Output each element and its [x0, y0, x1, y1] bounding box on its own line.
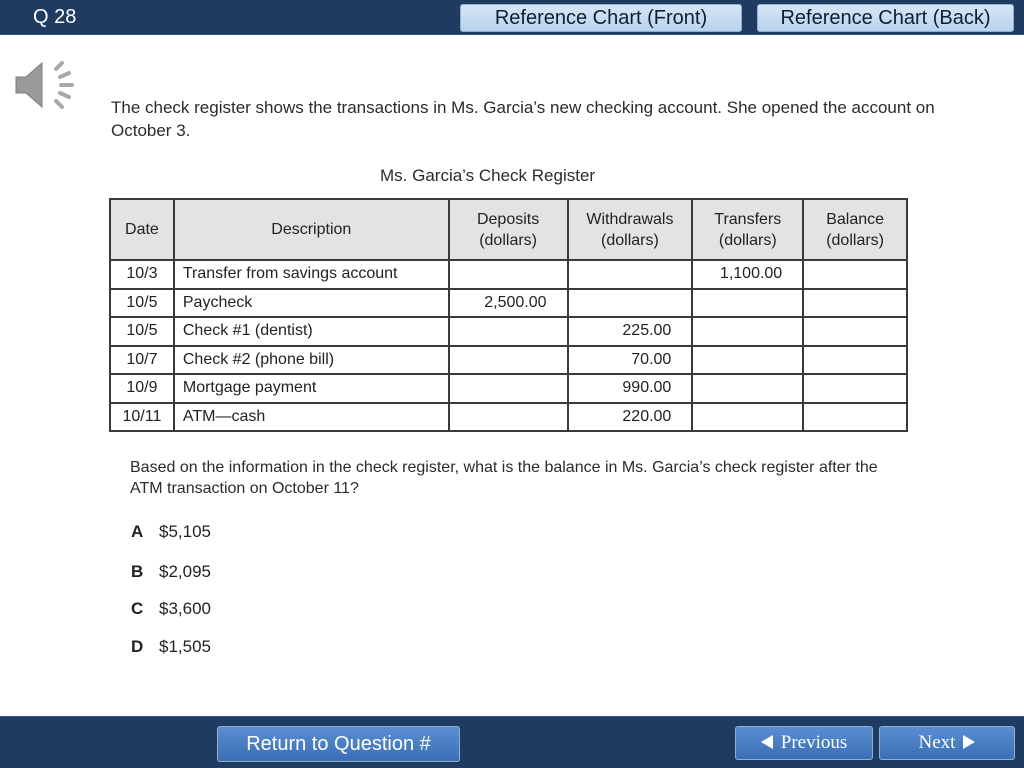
- previous-label: Previous: [780, 732, 848, 753]
- cell-balance: [802, 401, 908, 432]
- bottom-bar: Return to Question # Previous Next: [0, 716, 1024, 768]
- cell-description: Transfer from savings account: [172, 259, 450, 290]
- top-bar: Q 28 Reference Chart (Front) Reference C…: [0, 0, 1024, 35]
- cell-withdrawals: 220.00: [566, 401, 694, 432]
- answer-choice-a[interactable]: A $5,105: [131, 522, 211, 544]
- table-row: 10/11 ATM—cash 220.00: [109, 401, 908, 432]
- cell-transfers: 1,100.00: [691, 259, 805, 290]
- cell-transfers: [691, 373, 805, 404]
- cell-date: 10/5: [109, 287, 175, 318]
- next-button[interactable]: Next: [879, 726, 1015, 760]
- cell-deposits: [447, 259, 569, 290]
- next-label: Next: [918, 732, 956, 753]
- table-row: 10/3 Transfer from savings account 1,100…: [109, 259, 908, 290]
- cell-withdrawals: 70.00: [566, 344, 694, 375]
- table-header-row: Date Description Deposits (dollars) With…: [109, 198, 908, 261]
- answer-choice-c[interactable]: C $3,600: [131, 599, 211, 621]
- choice-text: $1,505: [159, 637, 211, 656]
- answer-choice-b[interactable]: B $2,095: [131, 562, 211, 584]
- answer-choice-d[interactable]: D $1,505: [131, 637, 211, 659]
- choice-letter: D: [131, 637, 144, 656]
- previous-button[interactable]: Previous: [735, 726, 873, 760]
- triangle-right-icon: [963, 735, 976, 750]
- cell-description: Paycheck: [172, 287, 450, 318]
- cell-date: 10/11: [109, 401, 175, 432]
- question-number: Q 28: [33, 6, 77, 28]
- cell-deposits: 2,500.00: [447, 287, 569, 318]
- header-balance: Balance (dollars): [802, 198, 908, 261]
- choice-text: $5,105: [159, 522, 211, 541]
- header-deposits: Deposits (dollars): [447, 198, 569, 261]
- cell-description: Check #2 (phone bill): [172, 344, 450, 375]
- question-text: Based on the information in the check re…: [130, 459, 878, 497]
- cell-balance: [802, 373, 908, 404]
- choice-text: $2,095: [159, 562, 211, 581]
- cell-balance: [802, 287, 908, 318]
- cell-balance: [802, 344, 908, 375]
- speaker-icon[interactable]: [12, 55, 82, 115]
- reference-chart-front-button[interactable]: Reference Chart (Front): [460, 4, 742, 32]
- cell-withdrawals: 225.00: [566, 316, 694, 347]
- cell-date: 10/7: [109, 344, 175, 375]
- cell-transfers: [691, 401, 805, 432]
- cell-transfers: [691, 344, 805, 375]
- cell-balance: [802, 316, 908, 347]
- cell-deposits: [447, 373, 569, 404]
- cell-withdrawals: [566, 287, 694, 318]
- cell-withdrawals: 990.00: [566, 373, 694, 404]
- table-row: 10/5 Check #1 (dentist) 225.00: [109, 316, 908, 347]
- header-date: Date: [109, 198, 175, 261]
- cell-deposits: [447, 316, 569, 347]
- header-withdrawals: Withdrawals (dollars): [566, 198, 694, 261]
- table-row: 10/5 Paycheck 2,500.00: [109, 287, 908, 318]
- table-row: 10/7 Check #2 (phone bill) 70.00: [109, 344, 908, 375]
- cell-transfers: [691, 287, 805, 318]
- cell-deposits: [447, 401, 569, 432]
- header-description: Description: [172, 198, 450, 261]
- cell-description: Check #1 (dentist): [172, 316, 450, 347]
- choice-letter: B: [131, 562, 144, 581]
- cell-description: Mortgage payment: [172, 373, 450, 404]
- cell-withdrawals: [566, 259, 694, 290]
- header-transfers: Transfers (dollars): [691, 198, 805, 261]
- choice-text: $3,600: [159, 599, 211, 618]
- return-to-question-button[interactable]: Return to Question #: [217, 726, 460, 762]
- check-register-table: Date Description Deposits (dollars) With…: [109, 198, 908, 432]
- cell-transfers: [691, 316, 805, 347]
- cell-date: 10/3: [109, 259, 175, 290]
- cell-balance: [802, 259, 908, 290]
- choice-letter: A: [131, 522, 144, 541]
- cell-date: 10/5: [109, 316, 175, 347]
- cell-date: 10/9: [109, 373, 175, 404]
- cell-description: ATM—cash: [172, 401, 450, 432]
- register-title: Ms. Garcia’s Check Register: [380, 166, 596, 185]
- reference-chart-back-button[interactable]: Reference Chart (Back): [757, 4, 1014, 32]
- triangle-left-icon: [760, 735, 773, 750]
- cell-deposits: [447, 344, 569, 375]
- choice-letter: C: [131, 599, 144, 618]
- table-row: 10/9 Mortgage payment 990.00: [109, 373, 908, 404]
- question-prompt: The check register shows the transaction…: [111, 98, 935, 140]
